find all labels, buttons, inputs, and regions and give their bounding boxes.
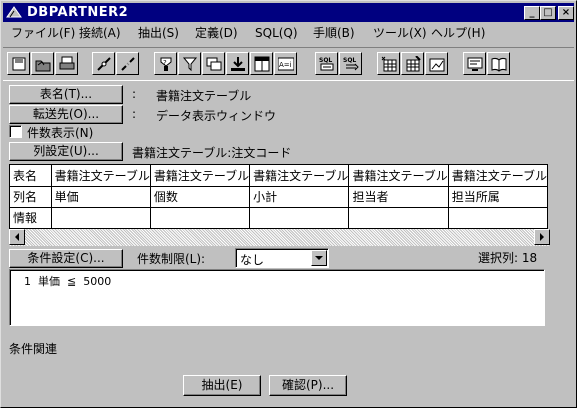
extract-button[interactable]: 抽出(E) <box>183 375 261 396</box>
condition-setting-button[interactable]: 条件設定(C)... <box>9 249 123 268</box>
grid-cell[interactable] <box>150 207 251 229</box>
menu-tools[interactable]: ツール(X) <box>373 25 427 41</box>
tool-open-icon[interactable] <box>31 52 54 75</box>
tool-window-icon[interactable] <box>202 52 225 75</box>
table-name-colon: : <box>132 87 137 101</box>
grid-row-header: 情報 <box>10 207 52 229</box>
table-name-value: 書籍注文テーブル <box>156 89 252 103</box>
tool-assign-icon[interactable]: A=i <box>274 52 297 75</box>
maximize-button[interactable]: □ <box>540 6 556 20</box>
grid-cell[interactable]: 担当者 <box>348 186 449 208</box>
count-display-checkbox[interactable] <box>9 125 22 138</box>
grid-row-info: 情報 <box>10 207 548 229</box>
grid-cell[interactable] <box>249 207 350 229</box>
table-name-button[interactable]: 表名(T)... <box>9 85 123 104</box>
menu-file[interactable]: ファイル(F) <box>11 25 75 41</box>
grid-horizontal-scrollbar[interactable] <box>9 229 550 246</box>
tool-chart-icon[interactable] <box>425 52 448 75</box>
tool-table-icon[interactable] <box>250 52 273 75</box>
destination-colon: : <box>132 107 137 121</box>
destination-value: データ表示ウィンドウ <box>156 109 277 123</box>
grid-cell[interactable]: 書籍注文テーブル <box>150 165 251 187</box>
condition-relation-label: 条件関連 <box>9 342 58 356</box>
selected-columns-count: 選択列: 18 <box>478 251 538 265</box>
confirm-button[interactable]: 確認(P)... <box>269 375 347 396</box>
limit-select[interactable]: なし <box>235 248 329 268</box>
destination-button[interactable]: 転送先(O)... <box>9 105 123 124</box>
grid-cell[interactable]: 担当所属 <box>448 186 548 208</box>
grid-cell[interactable]: 単価 <box>51 186 151 208</box>
grid-cell[interactable] <box>51 207 151 229</box>
column-setting-value: 書籍注文テーブル:注文コード <box>132 146 292 160</box>
grid-row-table: 表名 書籍注文テーブル 書籍注文テーブル 書籍注文テーブル 書籍注文テーブル 書… <box>10 165 548 187</box>
app-icon <box>6 6 22 18</box>
svg-text:SQL: SQL <box>319 57 332 64</box>
limit-label: 件数制限(L): <box>137 252 206 266</box>
menu-sql[interactable]: SQL(Q) <box>255 25 298 41</box>
grid-cell[interactable]: 書籍注文テーブル <box>249 165 350 187</box>
grid-row-header: 表名 <box>10 165 52 187</box>
grid-cell[interactable]: 書籍注文テーブル <box>448 165 548 187</box>
limit-dropdown-button[interactable] <box>311 250 327 266</box>
close-button[interactable]: × <box>558 6 574 20</box>
scroll-left-button[interactable] <box>9 229 25 245</box>
menu-help[interactable]: ヘルプ(H) <box>431 25 485 41</box>
tool-book-icon[interactable] <box>487 52 510 75</box>
tool-query-icon[interactable]: ? <box>154 52 177 75</box>
title-bar[interactable]: DBPARTNER2 _ □ × <box>3 3 574 22</box>
grid-cell[interactable] <box>448 207 548 229</box>
condition-item[interactable]: 1 単価 ≦ 5000 <box>24 273 111 289</box>
arrow-right-icon <box>540 233 544 241</box>
tool-grid-edit-icon[interactable] <box>401 52 424 75</box>
tool-download-icon[interactable] <box>226 52 249 75</box>
count-display-label[interactable]: 件数表示(N) <box>27 124 93 141</box>
menu-procedure[interactable]: 手順(B) <box>313 25 355 41</box>
tool-monitor-icon[interactable] <box>463 52 486 75</box>
arrow-left-icon <box>15 233 19 241</box>
column-setting-button[interactable]: 列設定(U)... <box>9 142 123 161</box>
svg-text:A=i: A=i <box>279 61 292 69</box>
menu-extract[interactable]: 抽出(S) <box>138 25 179 41</box>
app-window: DBPARTNER2 _ □ × ファイル(F) 接続(A) 抽出(S) 定義(… <box>0 0 577 408</box>
tool-sql-edit-icon[interactable]: SQL <box>339 52 362 75</box>
tool-sql-run-icon[interactable]: SQL <box>315 52 338 75</box>
toolbar: ? A=i SQL SQL <box>3 47 574 81</box>
tool-disconnect-icon[interactable] <box>116 52 139 75</box>
limit-select-value: なし <box>240 253 265 267</box>
tool-connect-icon[interactable] <box>92 52 115 75</box>
column-grid: 表名 書籍注文テーブル 書籍注文テーブル 書籍注文テーブル 書籍注文テーブル 書… <box>9 164 548 229</box>
tool-grid-add-icon[interactable] <box>377 52 400 75</box>
menu-connect[interactable]: 接続(A) <box>79 25 121 41</box>
scroll-right-button[interactable] <box>534 229 550 245</box>
menu-bar: ファイル(F) 接続(A) 抽出(S) 定義(D) SQL(Q) 手順(B) ツ… <box>3 23 574 43</box>
grid-cell[interactable]: 書籍注文テーブル <box>51 165 151 187</box>
chevron-down-icon <box>315 256 323 260</box>
grid-row-column: 列名 単価 個数 小計 担当者 担当所属 <box>10 186 548 208</box>
tool-save-icon[interactable] <box>7 52 30 75</box>
tool-filter-icon[interactable] <box>178 52 201 75</box>
minimize-button[interactable]: _ <box>524 6 540 20</box>
condition-list[interactable]: 1 単価 ≦ 5000 <box>9 269 545 326</box>
tool-print-icon[interactable] <box>55 52 78 75</box>
grid-cell[interactable] <box>348 207 449 229</box>
menu-define[interactable]: 定義(D) <box>195 25 238 41</box>
column-grid-table: 表名 書籍注文テーブル 書籍注文テーブル 書籍注文テーブル 書籍注文テーブル 書… <box>10 165 548 229</box>
window-title: DBPARTNER2 <box>27 5 129 20</box>
grid-cell[interactable]: 書籍注文テーブル <box>348 165 449 187</box>
grid-cell[interactable]: 小計 <box>249 186 350 208</box>
grid-cell[interactable]: 個数 <box>150 186 251 208</box>
svg-text:SQL: SQL <box>343 57 356 64</box>
svg-text:?: ? <box>163 59 167 67</box>
grid-row-header: 列名 <box>10 186 52 208</box>
